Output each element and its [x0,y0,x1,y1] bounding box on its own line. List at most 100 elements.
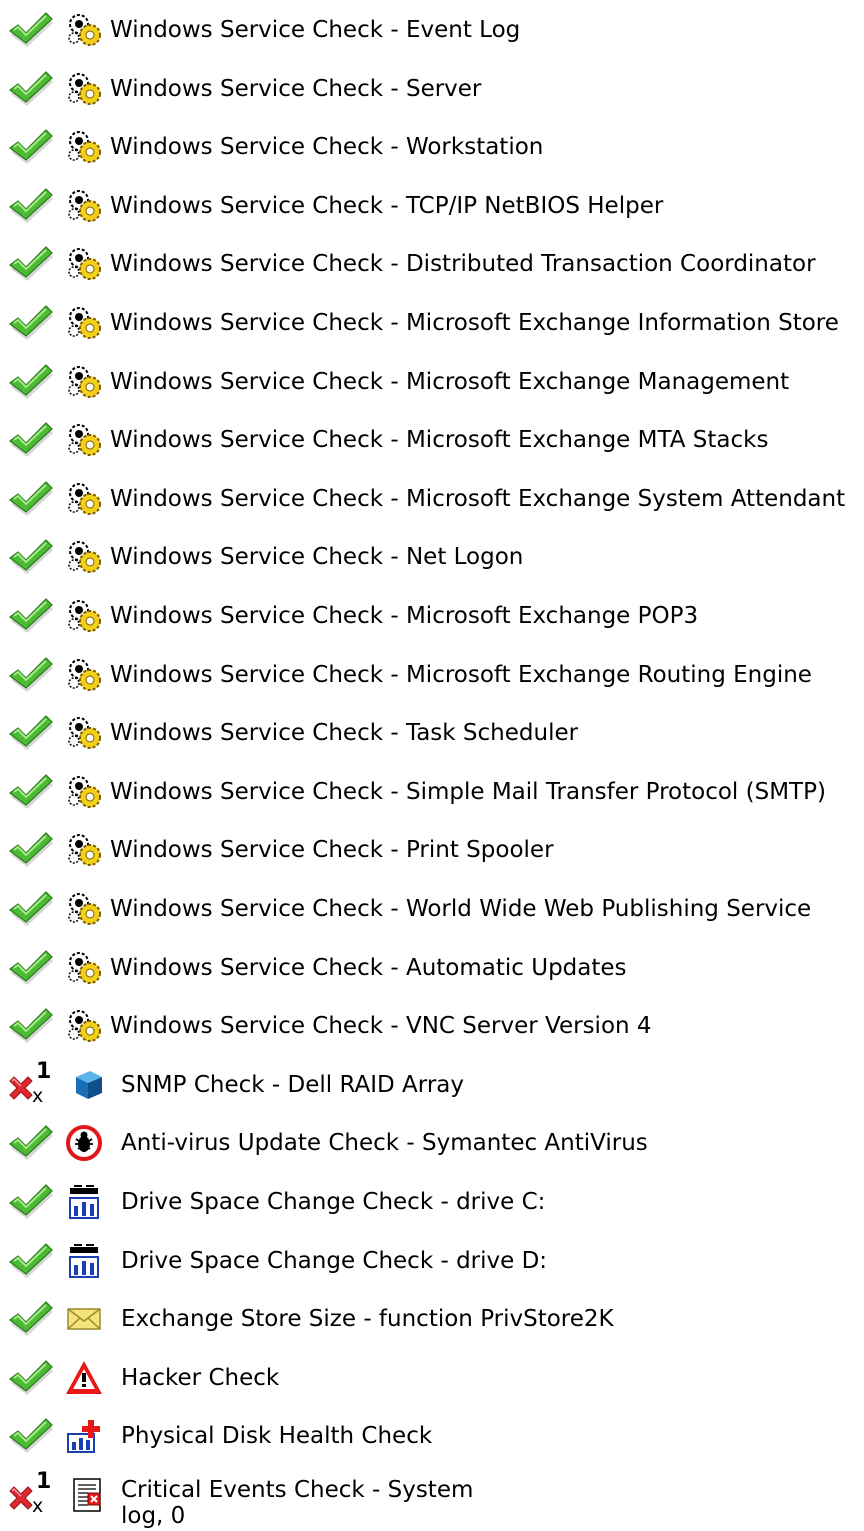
check-label: SNMP Check - Dell RAID Array [121,1072,464,1098]
check-label: Windows Service Check - Event Log [110,17,521,43]
check-row[interactable]: Anti-virus Update Check - Symantec AntiV… [0,1113,864,1171]
disk-health-icon [64,1416,104,1456]
check-pass-icon [8,597,54,635]
check-label: Drive Space Change Check - drive C: [121,1189,546,1215]
check-label: Drive Space Change Check - drive D: [121,1248,548,1274]
check-row[interactable]: Windows Service Check - Task Scheduler [0,703,864,761]
snmp-cube-icon [68,1065,108,1105]
check-row[interactable]: Windows Service Check - Workstation [0,117,864,175]
check-row[interactable]: Windows Service Check - Net Logon [0,527,864,585]
antivirus-bug-icon [64,1123,104,1163]
check-pass-icon [8,480,54,518]
check-label: Windows Service Check - Microsoft Exchan… [110,603,699,629]
service-gears-icon [64,596,104,636]
check-label: Physical Disk Health Check [121,1423,433,1449]
check-label: Windows Service Check - World Wide Web P… [110,896,812,922]
service-gears-icon [64,244,104,284]
check-label: Anti-virus Update Check - Symantec AntiV… [121,1130,648,1156]
service-gears-icon [64,362,104,402]
check-label: Windows Service Check - VNC Server Versi… [110,1013,652,1039]
check-row[interactable]: Windows Service Check - Microsoft Exchan… [0,469,864,527]
check-row[interactable]: Drive Space Change Check - drive D: [0,1231,864,1289]
check-label: Windows Service Check - Microsoft Exchan… [110,662,812,688]
check-row[interactable]: Physical Disk Health Check [0,1406,864,1464]
check-pass-icon [8,1183,54,1221]
check-label: Windows Service Check - Simple Mail Tran… [110,779,826,805]
check-row[interactable]: Windows Service Check - VNC Server Versi… [0,996,864,1054]
check-fail-icon: 1x [6,1059,62,1107]
check-row[interactable]: Exchange Store Size - function PrivStore… [0,1289,864,1347]
check-row[interactable]: Windows Service Check - Microsoft Exchan… [0,352,864,410]
check-pass-icon [8,421,54,459]
check-label: Windows Service Check - Distributed Tran… [110,251,816,277]
check-row[interactable]: Windows Service Check - Server [0,59,864,117]
service-gears-icon [64,186,104,226]
check-pass-icon [8,1124,54,1162]
check-row[interactable]: Hacker Check [0,1348,864,1406]
check-label: Hacker Check [121,1365,280,1391]
service-gears-icon [64,127,104,167]
check-label: Exchange Store Size - function PrivStore… [121,1306,614,1332]
check-pass-icon [8,1300,54,1338]
service-gears-icon [64,303,104,343]
check-pass-icon [8,187,54,225]
fail-sub: x [32,1085,44,1107]
check-row[interactable]: Windows Service Check - Automatic Update… [0,938,864,996]
check-row[interactable]: Windows Service Check - Print Spooler [0,820,864,878]
check-row[interactable]: Drive Space Change Check - drive C: [0,1172,864,1230]
fail-sub: x [32,1495,44,1517]
check-label: Windows Service Check - Server [110,76,482,102]
mail-envelope-icon [64,1299,104,1339]
check-pass-icon [8,1417,54,1455]
check-pass-icon [8,304,54,342]
check-row[interactable]: Windows Service Check - World Wide Web P… [0,879,864,937]
check-label: Windows Service Check - Automatic Update… [110,955,627,981]
service-gears-icon [64,479,104,519]
check-row[interactable]: 1 x Critical Events Check - System log, 0 [0,1465,864,1529]
check-row[interactable]: Windows Service Check - TCP/IP NetBIOS H… [0,176,864,234]
service-gears-icon [64,772,104,812]
check-row[interactable]: 1 x SNMP Check - Dell RAID Array [0,1055,864,1113]
check-label: Windows Service Check - Task Scheduler [110,720,579,746]
check-row[interactable]: Windows Service Check - Microsoft Exchan… [0,645,864,703]
check-label: Windows Service Check - Microsoft Exchan… [110,427,769,453]
check-pass-icon [8,773,54,811]
check-pass-icon [8,70,54,108]
check-row[interactable]: Windows Service Check - Microsoft Exchan… [0,586,864,644]
check-row[interactable]: Windows Service Check - Distributed Tran… [0,234,864,292]
check-label: Windows Service Check - Microsoft Exchan… [110,310,839,336]
service-gears-icon [64,420,104,460]
drive-space-icon [64,1241,104,1281]
check-pass-icon [8,363,54,401]
check-pass-icon [8,128,54,166]
check-pass-icon [8,890,54,928]
service-gears-icon [64,830,104,870]
check-row[interactable]: Windows Service Check - Simple Mail Tran… [0,762,864,820]
warning-triangle-icon [64,1358,104,1398]
check-row[interactable]: Windows Service Check - Microsoft Exchan… [0,410,864,468]
service-gears-icon [64,537,104,577]
drive-space-icon [64,1182,104,1222]
service-gears-icon [64,713,104,753]
check-pass-icon [8,1242,54,1280]
fail-count: 1 [36,1059,52,1084]
check-pass-icon [8,538,54,576]
check-label: Windows Service Check - Microsoft Exchan… [110,369,790,395]
check-pass-icon [8,11,54,49]
service-gears-icon [64,69,104,109]
check-pass-icon [8,1359,54,1397]
check-label: Windows Service Check - Net Logon [110,544,524,570]
service-gears-icon [64,948,104,988]
check-pass-icon [8,245,54,283]
check-pass-icon [8,949,54,987]
check-label: Windows Service Check - Workstation [110,134,544,160]
check-pass-icon [8,831,54,869]
check-fail-icon: 1x [6,1469,62,1517]
fail-count: 1 [36,1469,52,1494]
check-pass-icon [8,1007,54,1045]
check-row[interactable]: Windows Service Check - Event Log [0,0,864,58]
check-label: Windows Service Check - TCP/IP NetBIOS H… [110,193,664,219]
check-label: Windows Service Check - Print Spooler [110,837,554,863]
check-row[interactable]: Windows Service Check - Microsoft Exchan… [0,293,864,351]
event-log-icon [68,1475,108,1515]
